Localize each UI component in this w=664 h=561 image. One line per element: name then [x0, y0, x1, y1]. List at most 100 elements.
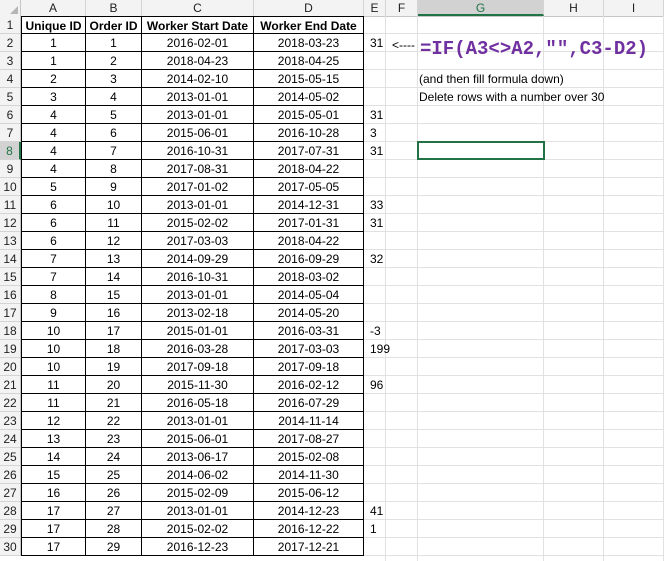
table-cell-e[interactable] [364, 448, 396, 466]
table-cell-id[interactable]: 11 [21, 394, 86, 412]
table-cell-id[interactable]: 5 [21, 178, 86, 196]
row-header-3[interactable]: 3 [0, 52, 21, 70]
table-cell-start[interactable]: 2015-06-01 [142, 124, 254, 142]
table-cell-start[interactable]: 2017-01-02 [142, 178, 254, 196]
table-cell-order[interactable]: 29 [86, 538, 142, 556]
table-cell-e[interactable] [364, 394, 396, 412]
table-cell-order[interactable]: 9 [86, 178, 142, 196]
cell-E1[interactable] [364, 16, 386, 34]
table-cell-end[interactable]: 2014-05-20 [254, 304, 364, 322]
table-cell-end[interactable]: 2017-03-03 [254, 340, 364, 358]
table-cell-end[interactable]: 2017-08-27 [254, 430, 364, 448]
row-header-21[interactable]: 21 [0, 376, 21, 394]
table-cell-e[interactable] [364, 430, 396, 448]
row-header-22[interactable]: 22 [0, 394, 21, 412]
column-header-f[interactable]: F [386, 0, 418, 16]
table-cell-end[interactable]: 2015-02-08 [254, 448, 364, 466]
table-cell-id[interactable]: 4 [21, 160, 86, 178]
table-cell-id[interactable]: 6 [21, 196, 86, 214]
table-cell-start[interactable]: 2016-10-31 [142, 268, 254, 286]
table-cell-order[interactable]: 22 [86, 412, 142, 430]
table-cell-id[interactable]: 17 [21, 520, 86, 538]
row-header-23[interactable]: 23 [0, 412, 21, 430]
table-cell-start[interactable]: 2013-01-01 [142, 502, 254, 520]
table-cell-id[interactable]: 1 [21, 34, 86, 52]
table-cell-end[interactable]: 2016-10-28 [254, 124, 364, 142]
column-header-b[interactable]: B [86, 0, 142, 16]
table-cell-end[interactable]: 2017-05-05 [254, 178, 364, 196]
table-cell-order[interactable]: 25 [86, 466, 142, 484]
table-cell-order[interactable]: 14 [86, 268, 142, 286]
table-cell-id[interactable]: 2 [21, 70, 86, 88]
table-cell-start[interactable]: 2015-02-02 [142, 214, 254, 232]
table-cell-order[interactable]: 3 [86, 70, 142, 88]
table-cell-order[interactable]: 10 [86, 196, 142, 214]
table-cell-id[interactable]: 3 [21, 88, 86, 106]
table-cell-order[interactable]: 11 [86, 214, 142, 232]
table-cell-e[interactable] [364, 268, 396, 286]
table-cell-id[interactable]: 7 [21, 268, 86, 286]
table-cell-order[interactable]: 23 [86, 430, 142, 448]
row-header-12[interactable]: 12 [0, 214, 21, 232]
table-cell-id[interactable]: 7 [21, 250, 86, 268]
table-cell-order[interactable]: 21 [86, 394, 142, 412]
table-cell-id[interactable]: 8 [21, 286, 86, 304]
table-cell-e[interactable]: -3 [364, 322, 396, 340]
table-header-start[interactable]: Worker Start Date [142, 16, 254, 34]
row-header-18[interactable]: 18 [0, 322, 21, 340]
table-cell-e[interactable] [364, 358, 396, 376]
table-cell-start[interactable]: 2016-10-31 [142, 142, 254, 160]
table-cell-end[interactable]: 2018-03-23 [254, 34, 364, 52]
table-cell-end[interactable]: 2014-11-30 [254, 466, 364, 484]
column-header-c[interactable]: C [142, 0, 254, 16]
table-cell-e[interactable] [364, 160, 396, 178]
row-header-7[interactable]: 7 [0, 124, 21, 142]
table-cell-start[interactable]: 2013-02-18 [142, 304, 254, 322]
table-cell-order[interactable]: 13 [86, 250, 142, 268]
table-cell-order[interactable]: 27 [86, 502, 142, 520]
row-header-29[interactable]: 29 [0, 520, 21, 538]
table-cell-end[interactable]: 2015-05-15 [254, 70, 364, 88]
table-cell-e[interactable] [364, 88, 396, 106]
table-cell-id[interactable]: 9 [21, 304, 86, 322]
table-cell-id[interactable]: 12 [21, 412, 86, 430]
table-cell-e[interactable] [364, 178, 396, 196]
table-cell-id[interactable]: 15 [21, 466, 86, 484]
column-header-g[interactable]: G [418, 0, 544, 16]
table-cell-start[interactable]: 2015-11-30 [142, 376, 254, 394]
table-cell-start[interactable]: 2013-01-01 [142, 196, 254, 214]
row-header-15[interactable]: 15 [0, 268, 21, 286]
row-header-26[interactable]: 26 [0, 466, 21, 484]
table-cell-end[interactable]: 2017-12-21 [254, 538, 364, 556]
table-cell-order[interactable]: 18 [86, 340, 142, 358]
table-cell-end[interactable]: 2014-11-14 [254, 412, 364, 430]
table-header-id[interactable]: Unique ID [21, 16, 86, 34]
table-cell-order[interactable]: 15 [86, 286, 142, 304]
table-cell-id[interactable]: 17 [21, 538, 86, 556]
row-header-6[interactable]: 6 [0, 106, 21, 124]
table-cell-end[interactable]: 2014-05-04 [254, 286, 364, 304]
table-cell-e[interactable]: 41 [364, 502, 396, 520]
table-cell-id[interactable]: 16 [21, 484, 86, 502]
table-cell-end[interactable]: 2018-03-02 [254, 268, 364, 286]
table-cell-end[interactable]: 2016-07-29 [254, 394, 364, 412]
table-cell-order[interactable]: 2 [86, 52, 142, 70]
table-cell-order[interactable]: 28 [86, 520, 142, 538]
table-cell-end[interactable]: 2014-12-23 [254, 502, 364, 520]
table-cell-e[interactable] [364, 70, 396, 88]
table-cell-end[interactable]: 2016-12-22 [254, 520, 364, 538]
table-cell-end[interactable]: 2015-06-12 [254, 484, 364, 502]
column-header-a[interactable]: A [21, 0, 86, 16]
table-cell-start[interactable]: 2017-08-31 [142, 160, 254, 178]
table-cell-start[interactable]: 2013-01-01 [142, 286, 254, 304]
row-header-8[interactable]: 8 [0, 142, 21, 160]
table-cell-order[interactable]: 1 [86, 34, 142, 52]
table-cell-e[interactable] [364, 52, 396, 70]
table-cell-e[interactable]: 96 [364, 376, 396, 394]
row-header-16[interactable]: 16 [0, 286, 21, 304]
table-cell-start[interactable]: 2013-06-17 [142, 448, 254, 466]
row-header-20[interactable]: 20 [0, 358, 21, 376]
table-cell-e[interactable]: 31 [364, 214, 396, 232]
table-cell-end[interactable]: 2015-05-01 [254, 106, 364, 124]
table-cell-e[interactable]: 1 [364, 520, 396, 538]
